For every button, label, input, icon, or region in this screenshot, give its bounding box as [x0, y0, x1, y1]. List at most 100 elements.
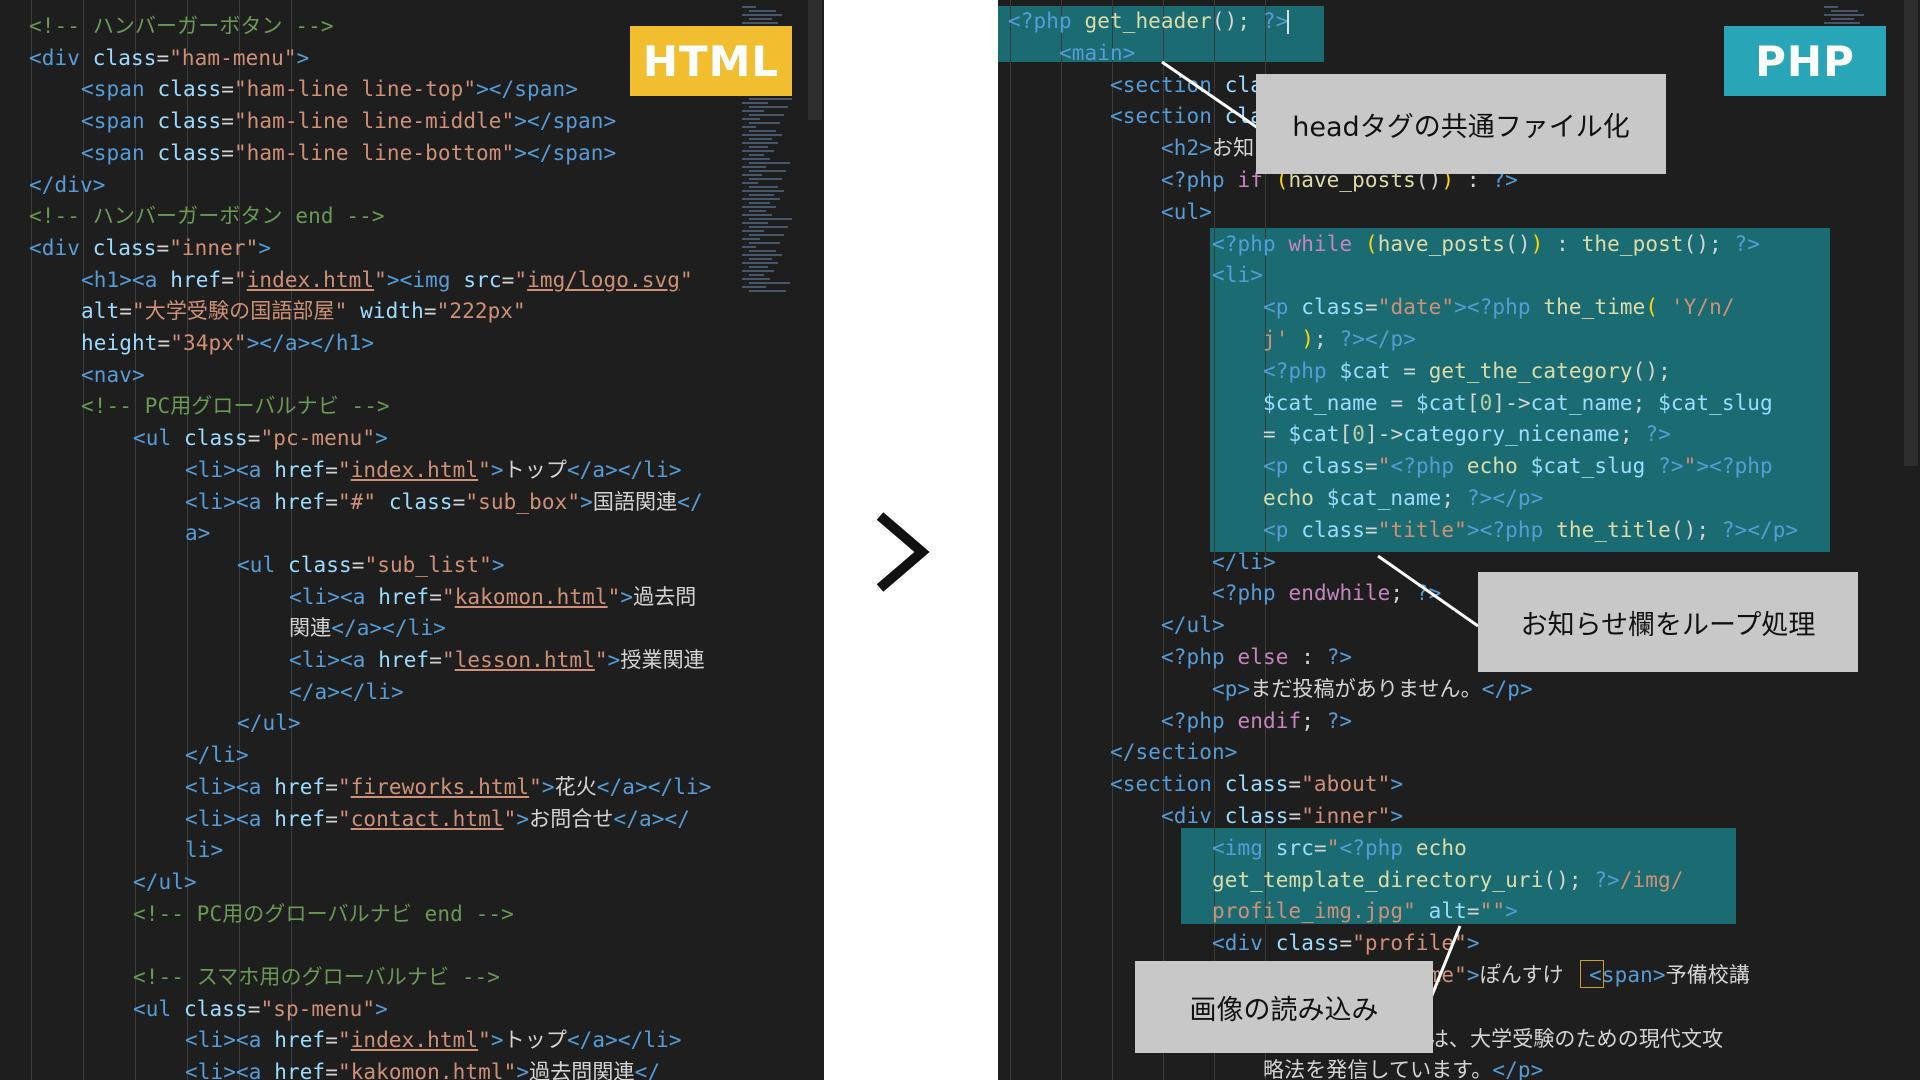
code-token: fireworks.html — [350, 774, 530, 799]
code-token: class — [1301, 454, 1365, 479]
code-token: </div> — [29, 172, 106, 197]
code-token: <section — [1110, 72, 1225, 97]
code-token: contact.html — [350, 806, 504, 831]
code-line: <span class="ham-line line-middle"></spa… — [0, 105, 824, 137]
code-token: = — [1288, 772, 1302, 797]
html-code-editor[interactable]: <!-- ハンバーガーボタン --> <div class="ham-menu">… — [0, 0, 824, 1080]
code-token: ></span> — [514, 109, 617, 134]
code-token: <?php — [1479, 517, 1557, 542]
minimap-line — [749, 194, 774, 196]
minimap-line — [742, 238, 760, 240]
code-token: $cat_name — [1263, 390, 1378, 415]
code-line: <p class="<?php echo $cat_slug ?>"><?php — [998, 450, 1920, 482]
code-token: > — [1466, 963, 1480, 987]
code-token: 略法を発信しています。 — [1263, 1058, 1493, 1080]
code-token: else — [1237, 645, 1289, 669]
code-token: 関連 — [289, 616, 332, 641]
code-token: href — [274, 1060, 326, 1080]
code-line: <?php while (have_posts()) : the_post();… — [998, 228, 1920, 260]
minimap-line — [742, 278, 770, 280]
html-badge: HTML — [630, 26, 792, 96]
code-token: > — [490, 1028, 504, 1053]
code-token: li> — [185, 838, 224, 863]
code-token: class — [1301, 517, 1365, 542]
code-token: alt — [1428, 899, 1467, 924]
code-token: = — [157, 331, 171, 355]
code-token: <li><a — [289, 584, 379, 609]
code-token: <?php — [1390, 454, 1467, 479]
code-token: class — [1224, 772, 1289, 797]
code-token: = — [452, 489, 466, 514]
code-token: = — [156, 235, 170, 260]
code-line: <ul class="sub_list"> — [0, 549, 824, 581]
chevron-right-icon — [876, 512, 930, 592]
code-token: "sub_box" — [465, 489, 581, 514]
minimap-line — [742, 6, 756, 8]
code-token: (); — [1543, 867, 1595, 892]
code-token: j' — [1263, 327, 1289, 351]
minimap-line — [742, 182, 758, 184]
code-token: </a></li> — [566, 1028, 682, 1053]
code-token: "about" — [1301, 772, 1391, 797]
code-token: = — [221, 267, 234, 292]
code-token: ?> — [1466, 486, 1493, 510]
code-token: " — [607, 584, 621, 609]
code-token: <div — [1212, 931, 1276, 956]
code-token: " — [337, 774, 351, 799]
code-token: ?> — [1326, 645, 1353, 669]
minimap-line — [742, 230, 764, 232]
code-line: <ul> — [998, 196, 1920, 228]
code-token: = — [325, 1028, 338, 1053]
php-scrollbar[interactable] — [1904, 0, 1918, 466]
code-token: href — [274, 457, 326, 482]
minimap-line — [749, 274, 764, 276]
code-token: <span — [81, 109, 158, 134]
code-token: class — [183, 996, 248, 1021]
minimap-line — [742, 14, 782, 16]
code-token: have_posts — [1377, 231, 1506, 256]
code-token: class — [92, 235, 157, 260]
code-token: トップ — [503, 1028, 567, 1053]
code-token: 花火 — [554, 774, 597, 799]
code-line: <section class="about"> — [998, 768, 1920, 800]
code-token: </li> — [185, 743, 249, 768]
html-scrollbar[interactable] — [808, 0, 822, 120]
code-token: </a></li> — [596, 774, 712, 799]
code-token: </a></li> — [289, 679, 404, 704]
code-token: class — [1224, 804, 1289, 828]
code-token: lesson.html — [454, 648, 595, 672]
minimap-line — [749, 258, 772, 260]
code-token: /img/ — [1619, 867, 1684, 892]
code-token: <section — [1110, 772, 1225, 797]
code-token: <?php — [1212, 581, 1289, 606]
code-line: <?php endif; ?> — [998, 705, 1920, 737]
code-token: $cat — [1339, 358, 1391, 383]
minimap-line — [742, 254, 782, 256]
code-token: " — [233, 267, 247, 292]
code-token: = — [423, 299, 437, 324]
code-token: href — [274, 489, 326, 514]
code-token: > — [490, 457, 504, 482]
code-token: class — [1275, 931, 1340, 956]
code-token: <div — [29, 235, 93, 260]
code-token: <p — [1263, 295, 1302, 320]
code-token: " — [680, 267, 693, 292]
code-token: class — [157, 77, 222, 102]
code-token: ]-> — [1364, 422, 1404, 447]
minimap-line — [749, 242, 780, 244]
code-token: while — [1288, 231, 1365, 256]
code-line: <div class="profile"> — [998, 927, 1920, 959]
code-token: () — [1505, 231, 1531, 256]
minimap-line — [742, 134, 782, 136]
code-token: = — [1339, 931, 1353, 956]
code-token: " — [337, 806, 351, 831]
code-token: > — [258, 235, 272, 260]
code-token: "inner" — [1301, 804, 1391, 828]
code-token: <!-- PC用グローバルナビ --> — [81, 394, 390, 419]
code-line: <li><a href="kakomon.html">過去問関連</ — [0, 1056, 824, 1080]
code-token: get_header — [1084, 9, 1212, 33]
minimap-line — [742, 286, 766, 288]
minimap-line — [749, 138, 772, 140]
